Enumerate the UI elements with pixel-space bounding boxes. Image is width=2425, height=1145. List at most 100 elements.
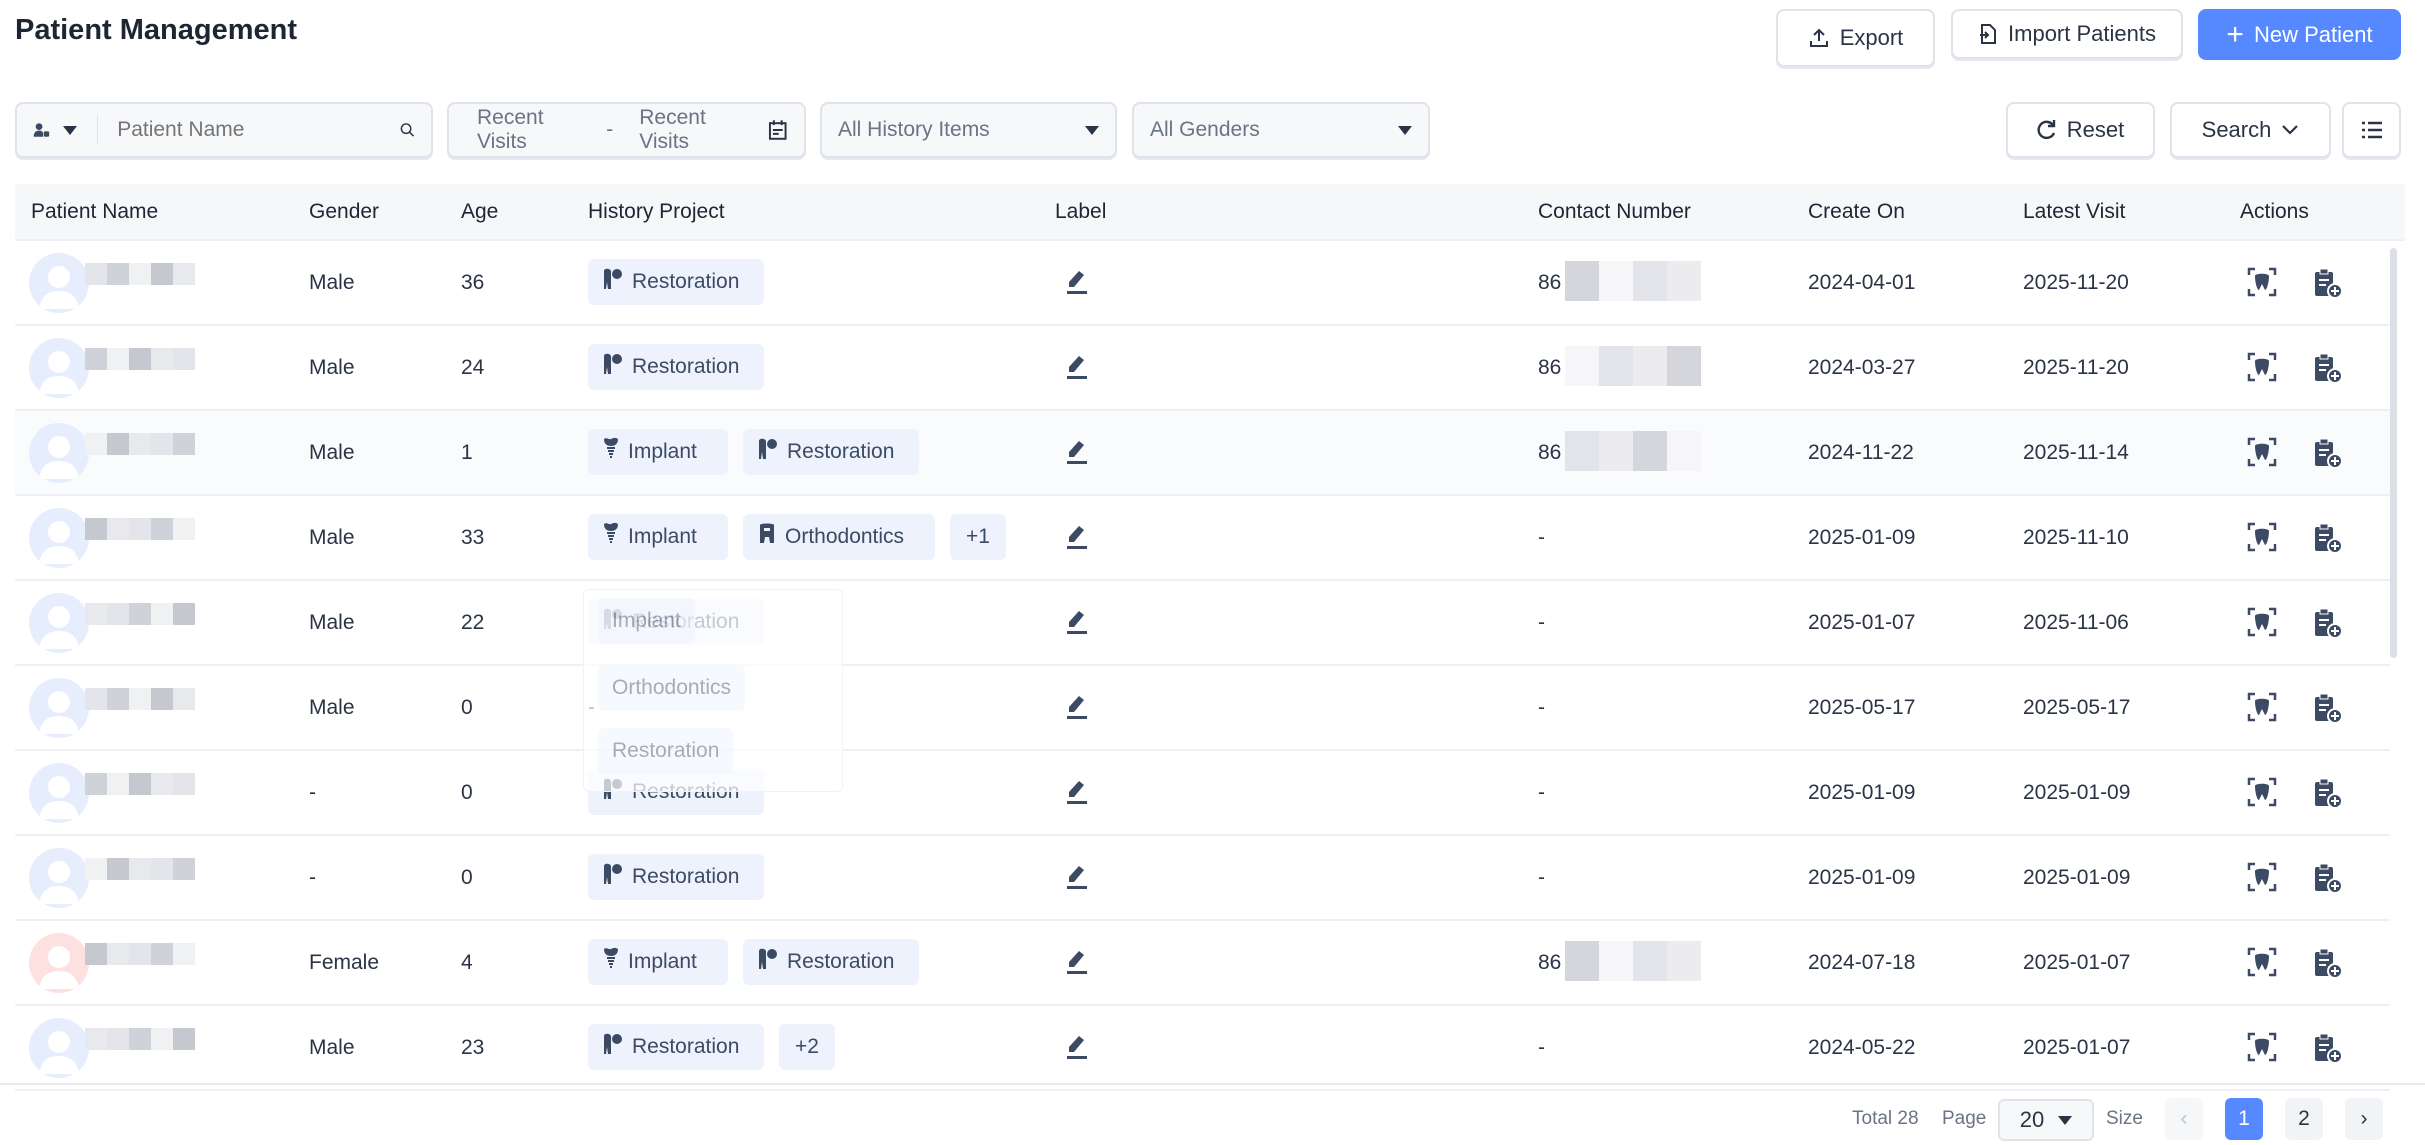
latest-visit: 2025-01-07 — [2023, 951, 2131, 974]
dental-scan-icon[interactable] — [2247, 522, 2277, 552]
add-record-icon[interactable] — [2313, 607, 2343, 639]
page-title: Patient Management — [15, 14, 297, 46]
restoration-icon — [602, 1032, 624, 1062]
search-icon[interactable] — [400, 119, 415, 141]
avatar[interactable] — [29, 933, 89, 993]
scrollbar[interactable] — [2390, 248, 2397, 658]
restoration-icon — [602, 267, 624, 297]
edit-label-icon[interactable] — [1065, 609, 1089, 635]
avatar[interactable] — [29, 1018, 89, 1078]
add-record-icon[interactable] — [2313, 267, 2343, 299]
add-record-icon[interactable] — [2313, 692, 2343, 724]
history-tag: Restoration — [588, 1024, 764, 1070]
masked-patient-name[interactable] — [85, 773, 195, 795]
page-label: Page — [1942, 1108, 1987, 1129]
dental-scan-icon[interactable] — [2247, 862, 2277, 892]
age: 1 — [461, 441, 473, 464]
add-record-icon[interactable] — [2313, 522, 2343, 554]
avatar[interactable] — [29, 763, 89, 823]
table-row[interactable]: Male 36 Restoration 86 2024-04-01 2025-1… — [15, 241, 2390, 326]
edit-label-icon[interactable] — [1065, 354, 1089, 380]
dental-scan-icon[interactable] — [2247, 947, 2277, 977]
masked-patient-name[interactable] — [85, 433, 195, 455]
search-button[interactable]: Search — [2170, 102, 2331, 158]
age: 36 — [461, 271, 485, 294]
edit-label-icon[interactable] — [1065, 694, 1089, 720]
dental-scan-icon[interactable] — [2247, 352, 2277, 382]
add-record-icon[interactable] — [2313, 1032, 2343, 1064]
page-size-select[interactable]: 20 — [1998, 1099, 2094, 1141]
chevron-down-icon[interactable] — [62, 125, 77, 135]
visit-date-range[interactable]: Recent Visits - Recent Visits — [447, 102, 806, 158]
masked-patient-name[interactable] — [85, 1028, 195, 1050]
table-row[interactable]: Male 1 Implant Restoration 86 2024-11-22 … — [15, 411, 2390, 496]
page-2-button[interactable]: 2 — [2285, 1098, 2323, 1140]
history-tag: Implant — [588, 429, 728, 475]
add-record-icon[interactable] — [2313, 947, 2343, 979]
edit-label-icon[interactable] — [1065, 779, 1089, 805]
prev-page-button[interactable]: ‹ — [2165, 1098, 2203, 1140]
export-button[interactable]: Export — [1776, 9, 1935, 67]
table-row[interactable]: Male 23 Restoration +2 - 2024-05-22 2025-… — [15, 1006, 2390, 1091]
avatar[interactable] — [29, 338, 89, 398]
table-row[interactable]: Male 24 Restoration 86 2024-03-27 2025-1… — [15, 326, 2390, 411]
history-tag: Restoration — [588, 259, 764, 305]
new-patient-button[interactable]: + New Patient — [2198, 9, 2401, 60]
avatar[interactable] — [29, 848, 89, 908]
history-tag[interactable]: +2 — [779, 1024, 835, 1070]
masked-patient-name[interactable] — [85, 688, 195, 710]
masked-patient-name[interactable] — [85, 518, 195, 540]
patient-type-icon[interactable] — [33, 118, 51, 142]
dental-scan-icon[interactable] — [2247, 692, 2277, 722]
avatar[interactable] — [29, 508, 89, 568]
dental-scan-icon[interactable] — [2247, 777, 2277, 807]
next-page-button[interactable]: › — [2345, 1098, 2383, 1140]
contact-number: - — [1538, 611, 1545, 634]
edit-label-icon[interactable] — [1065, 439, 1089, 465]
edit-label-icon[interactable] — [1065, 269, 1089, 295]
latest-visit: 2025-01-09 — [2023, 781, 2131, 804]
contact-number: - — [1538, 1036, 1545, 1059]
avatar[interactable] — [29, 593, 89, 653]
masked-patient-name[interactable] — [85, 858, 195, 880]
edit-label-icon[interactable] — [1065, 949, 1089, 975]
avatar[interactable] — [29, 678, 89, 738]
calendar-icon[interactable] — [768, 119, 788, 141]
gender-select[interactable]: All Genders — [1132, 102, 1430, 158]
history-items-select[interactable]: All History Items — [820, 102, 1117, 158]
dental-scan-icon[interactable] — [2247, 1032, 2277, 1062]
dental-scan-icon[interactable] — [2247, 437, 2277, 467]
masked-patient-name[interactable] — [85, 943, 195, 965]
add-record-icon[interactable] — [2313, 437, 2343, 469]
table-row[interactable]: Male 22 Restoration - 2025-01-07 2025-11… — [15, 581, 2390, 666]
dental-scan-icon[interactable] — [2247, 267, 2277, 297]
table-row[interactable]: Female 4 Implant Restoration 86 2024-07-1… — [15, 921, 2390, 1006]
col-gender: Gender — [309, 200, 380, 223]
dental-scan-icon[interactable] — [2247, 607, 2277, 637]
table-row[interactable]: - 0 Restoration - 2025-01-09 2025-01-09 — [15, 751, 2390, 836]
page-1-button[interactable]: 1 — [2225, 1098, 2263, 1140]
patient-name-input[interactable] — [117, 118, 389, 142]
created-on: 2025-01-07 — [1808, 611, 1916, 634]
add-record-icon[interactable] — [2313, 862, 2343, 894]
table-row[interactable]: - 0 Restoration - 2025-01-09 2025-01-09 — [15, 836, 2390, 921]
masked-patient-name[interactable] — [85, 263, 195, 285]
col-create-on: Create On — [1808, 200, 1905, 223]
patient-search-field[interactable] — [15, 102, 433, 158]
add-record-icon[interactable] — [2313, 777, 2343, 809]
table-row[interactable]: Male 33 Implant Orthodontics +1 - 2025-01-… — [15, 496, 2390, 581]
reset-button[interactable]: Reset — [2006, 102, 2155, 158]
edit-label-icon[interactable] — [1065, 524, 1089, 550]
edit-label-icon[interactable] — [1065, 1034, 1089, 1060]
edit-label-icon[interactable] — [1065, 864, 1089, 890]
history-tag[interactable]: +1 — [950, 514, 1006, 560]
table-row[interactable]: Male 0 - - 2025-05-17 2025-05-17 — [15, 666, 2390, 751]
masked-patient-name[interactable] — [85, 348, 195, 370]
history-tag: Implant — [588, 939, 728, 985]
column-settings-button[interactable] — [2342, 102, 2401, 158]
avatar[interactable] — [29, 423, 89, 483]
masked-patient-name[interactable] — [85, 603, 195, 625]
import-patients-button[interactable]: Import Patients — [1951, 9, 2183, 59]
avatar[interactable] — [29, 253, 89, 313]
add-record-icon[interactable] — [2313, 352, 2343, 384]
